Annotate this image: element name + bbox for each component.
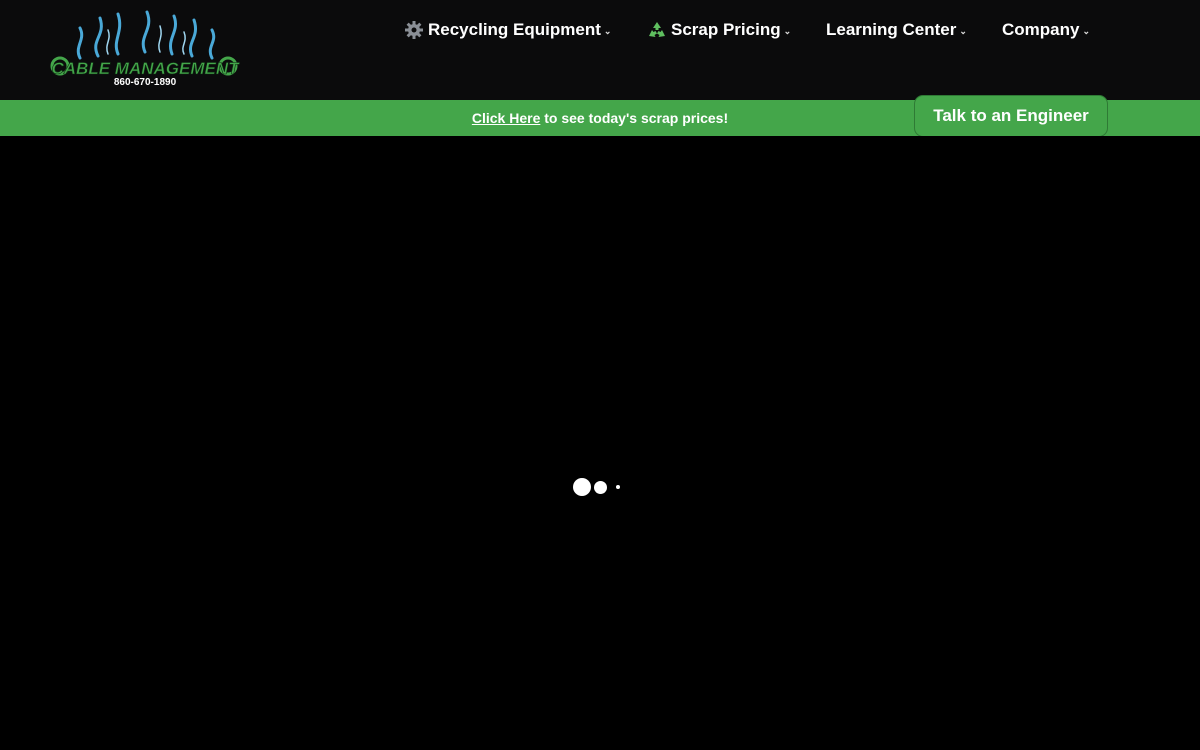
logo-phone: 860-670-1890 (114, 77, 177, 88)
chevron-down-icon: ⌄ (603, 26, 612, 36)
chevron-down-icon: ⌄ (959, 26, 967, 36)
click-here-link[interactable]: Click Here (472, 110, 540, 126)
banner-message: to see today's scrap prices! (540, 110, 729, 126)
nav-label: Company (1002, 20, 1080, 39)
recycle-icon (647, 20, 667, 40)
nav-recycling-equipment[interactable]: Recycling Equipment ⌄ (404, 20, 611, 40)
loader-dot (573, 478, 591, 496)
site-header: CABLE MANAGEMENT 860-670-1890 Recycling … (0, 0, 1200, 100)
nav-label: Learning Center (826, 20, 957, 39)
nav-learning-center[interactable]: Learning Center ⌄ (826, 20, 967, 40)
chevron-down-icon: ⌄ (783, 26, 792, 36)
loader-dot (616, 485, 620, 489)
loader-dot (594, 481, 607, 494)
loading-spinner (572, 478, 628, 496)
logo-brand-text: CABLE MANAGEMENT (52, 59, 241, 78)
nav-company[interactable]: Company ⌄ (1002, 20, 1090, 40)
gear-icon (404, 20, 424, 40)
main-content-area (0, 136, 1200, 750)
talk-to-engineer-button[interactable]: Talk to an Engineer (914, 95, 1108, 137)
main-nav: Recycling Equipment ⌄ Scrap Pricing ⌄ Le… (0, 20, 1200, 46)
chevron-down-icon: ⌄ (1082, 26, 1091, 36)
nav-label: Recycling Equipment (428, 20, 601, 39)
nav-label: Scrap Pricing (671, 20, 781, 39)
nav-scrap-pricing[interactable]: Scrap Pricing ⌄ (647, 20, 791, 40)
